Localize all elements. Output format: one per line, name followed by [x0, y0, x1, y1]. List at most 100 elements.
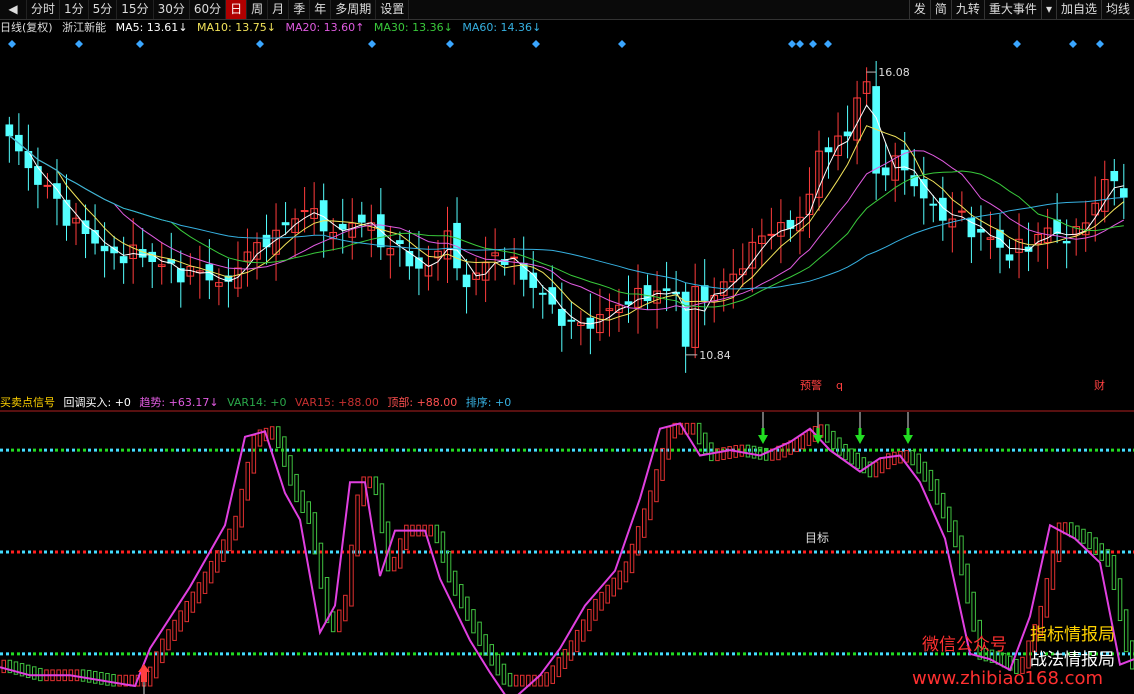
- period-tab-5[interactable]: 60分: [190, 0, 227, 19]
- signal-diamond: [809, 40, 817, 48]
- signal-bar: [1123, 609, 1129, 653]
- signal-bar: [245, 461, 250, 501]
- caret-down-icon[interactable]: ▾: [1040, 0, 1056, 19]
- signal-bar: [1069, 522, 1074, 538]
- candle: [176, 268, 185, 283]
- candle: [929, 203, 938, 206]
- signal-bar: [379, 483, 385, 534]
- signal-bar: [904, 450, 909, 463]
- period-tab-12[interactable]: 设置: [376, 0, 410, 19]
- signal-bar: [428, 524, 433, 537]
- signal-bar: [947, 506, 952, 533]
- tool-jian[interactable]: 简: [929, 0, 951, 19]
- candle: [462, 274, 471, 288]
- signal-bar: [312, 512, 318, 555]
- signal-bar: [648, 490, 653, 521]
- signal-bar: [611, 577, 616, 597]
- candle: [281, 222, 290, 226]
- signal-bar: [837, 437, 842, 456]
- candle: [91, 230, 99, 244]
- signal-bar: [440, 531, 446, 563]
- signal-bar: [276, 426, 281, 449]
- watermark-brand-2: 战法情报局: [1030, 650, 1115, 670]
- signal-bar: [361, 476, 366, 507]
- signal-bar: [1044, 578, 1050, 618]
- period-tab-9[interactable]: 季: [289, 0, 311, 19]
- buy-arrow-shaft: [141, 672, 147, 682]
- signal-bar: [404, 524, 409, 551]
- signal-bar: [623, 561, 629, 583]
- signal-bar: [843, 443, 848, 461]
- signal-diamond: [796, 40, 804, 48]
- signal-bar: [568, 640, 574, 661]
- candle: [1005, 254, 1014, 261]
- sell-arrow-icon: [758, 435, 768, 444]
- signal-diamond: [136, 40, 144, 48]
- signal-diamond: [1069, 40, 1077, 48]
- period-tab-7[interactable]: 周: [247, 0, 269, 19]
- signal-bar: [965, 563, 970, 604]
- event-annotation-2: 财: [1094, 378, 1105, 392]
- signal-bar: [922, 461, 928, 482]
- signal-bar: [825, 424, 830, 443]
- signal-diamond: [1013, 40, 1021, 48]
- stock-name[interactable]: 浙江新能: [62, 21, 106, 34]
- period-tab-3[interactable]: 15分: [117, 0, 154, 19]
- period-tab-8[interactable]: 月: [268, 0, 290, 19]
- candle: [338, 223, 347, 230]
- period-label: 日线(复权): [0, 21, 53, 34]
- signal-bar: [349, 544, 354, 607]
- ma20-line: [8, 135, 1125, 311]
- ma60-line: [8, 135, 1124, 290]
- signal-bar: [831, 430, 836, 450]
- signal-bar: [465, 596, 470, 621]
- signal-bar: [696, 422, 702, 445]
- period-tab-6[interactable]: 日: [226, 0, 248, 19]
- ma5-label: MA5: 13.61↓: [115, 21, 188, 34]
- signal-bar: [294, 473, 299, 503]
- signal-bar: [80, 669, 86, 682]
- add-watchlist-button[interactable]: 加自选: [1055, 0, 1101, 19]
- period-tab-11[interactable]: 多周期: [331, 0, 377, 19]
- toolbar: ◀ 分时 1分 5分 15分 30分 60分日周月季年多周期 设置 发 简 九转 重大事件 …: [0, 0, 1134, 20]
- signal-diamond: [8, 40, 16, 48]
- event-annotation-1: q: [836, 379, 843, 392]
- signal-bar: [520, 674, 525, 687]
- period-tab-4[interactable]: 30分: [154, 0, 190, 19]
- indicator-item-var15: VAR15: +88.00: [294, 396, 379, 409]
- tool-fa[interactable]: 发: [908, 0, 930, 19]
- period-tab-0[interactable]: 分时: [27, 0, 61, 19]
- signal-bar: [160, 638, 165, 664]
- signal-bar: [154, 651, 159, 679]
- signal-bar: [288, 455, 293, 486]
- ma-settings-button[interactable]: 均线: [1100, 0, 1134, 19]
- candle: [977, 228, 985, 233]
- signal-bar: [1117, 578, 1123, 622]
- ma10-label: MA10: 13.75↓: [197, 21, 276, 34]
- candle: [557, 308, 566, 326]
- low-price-label: 10.84: [699, 349, 731, 362]
- period-tab-2[interactable]: 5分: [89, 0, 118, 19]
- candle: [396, 240, 404, 245]
- candlestick-chart[interactable]: 16.08 10.84 预警 q 财: [0, 36, 1134, 392]
- signal-bar: [99, 671, 104, 685]
- candle: [843, 131, 852, 137]
- signal-bar: [251, 434, 257, 474]
- indicator-title[interactable]: 买卖点信号: [0, 396, 55, 409]
- indicator-item-var14: VAR14: +0: [227, 396, 287, 409]
- play-back-icon[interactable]: ◀: [0, 0, 27, 19]
- signal-diamond: [256, 40, 264, 48]
- period-tab-10[interactable]: 年: [310, 0, 332, 19]
- ma60-label: MA60: 14.36↓: [462, 21, 542, 34]
- tool-major-events[interactable]: 重大事件: [983, 0, 1041, 19]
- signal-bar: [642, 508, 647, 538]
- signal-bar: [318, 542, 324, 589]
- candle: [100, 245, 109, 252]
- signal-bar: [233, 515, 238, 541]
- period-tab-1[interactable]: 1分: [60, 0, 89, 19]
- signal-bar: [446, 551, 452, 583]
- tool-jiuzhuan[interactable]: 九转: [950, 0, 984, 19]
- candle: [1119, 188, 1128, 198]
- signal-bar: [471, 609, 476, 634]
- signal-diamond: [446, 40, 454, 48]
